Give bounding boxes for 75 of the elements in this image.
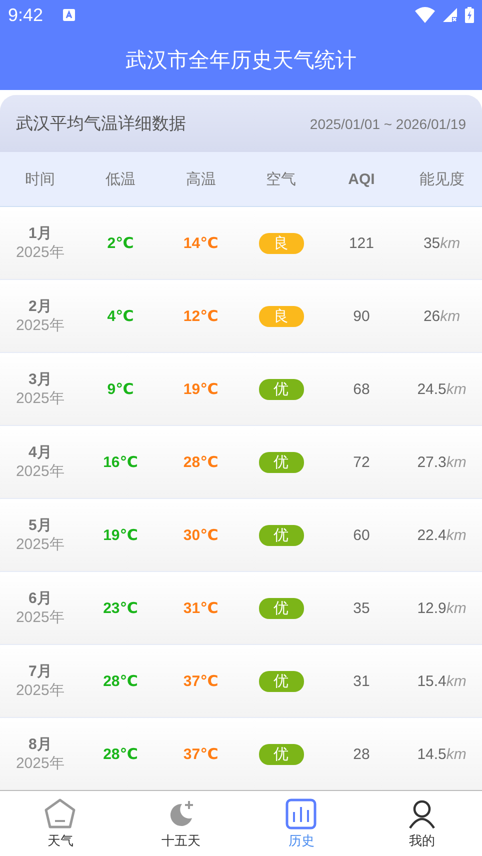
column-header: 时间 (25, 170, 56, 188)
bar-chart-icon (285, 798, 318, 830)
battery-icon (465, 7, 474, 23)
year-label: 2025年 (16, 754, 64, 773)
high-temp: 31℃ (183, 599, 218, 617)
nav-tab[interactable]: 十五天 (120, 791, 241, 856)
aqi-value: 60 (353, 526, 370, 544)
year-label: 2025年 (16, 681, 64, 700)
visibility-value: 22.4km (417, 526, 466, 544)
air-quality-badge: 优 (258, 670, 304, 692)
year-label: 2025年 (16, 462, 64, 481)
aqi-value: 35 (353, 600, 370, 616)
aqi-value: 68 (353, 380, 370, 398)
year-label: 2025年 (16, 535, 64, 554)
year-label: 2025年 (16, 316, 64, 335)
visibility-value: 27.3km (417, 454, 466, 470)
month-label: 1月 (28, 224, 52, 243)
visibility-value: 35km (423, 234, 460, 252)
visibility-value: 12.9km (417, 600, 466, 616)
visibility-value: 26km (423, 308, 460, 324)
low-temp: 19℃ (103, 526, 138, 544)
month-label: 5月 (28, 516, 52, 535)
wifi-icon (415, 7, 435, 23)
high-temp: 12℃ (183, 307, 218, 325)
notification-icon (63, 9, 76, 21)
high-temp: 37℃ (183, 745, 218, 763)
high-temp: 30℃ (183, 526, 218, 544)
air-quality-badge: 良 (258, 232, 304, 254)
low-temp: 23℃ (103, 599, 138, 617)
card-title: 武汉平均气温详细数据 (16, 113, 186, 135)
month-label: 6月 (28, 589, 52, 608)
nav-tab[interactable]: 天气 (0, 791, 120, 856)
column-header: AQI (348, 170, 375, 188)
status-time: 9:42 (8, 4, 44, 26)
column-header: 空气 (266, 170, 296, 188)
column-header: 低温 (105, 170, 136, 188)
column-header: 高温 (186, 170, 216, 188)
air-quality-badge: 优 (258, 598, 304, 618)
air-quality-badge: 良 (258, 306, 304, 326)
month-label: 3月 (28, 370, 52, 389)
date-range: 2025/01/01 ~ 2026/01/19 (310, 116, 466, 132)
air-quality-badge: 优 (258, 378, 304, 400)
low-temp: 4℃ (107, 307, 134, 325)
nav-tab[interactable]: 我的 (362, 791, 482, 856)
page-title: 武汉市全年历史天气统计 (124, 48, 358, 74)
low-temp: 2℃ (107, 234, 134, 252)
aqi-value: 121 (348, 234, 374, 252)
high-temp: 19℃ (183, 380, 218, 398)
month-label: 2月 (28, 297, 52, 316)
high-temp: 14℃ (183, 234, 218, 252)
air-quality-badge: 优 (258, 452, 304, 472)
year-label: 2025年 (16, 608, 64, 627)
pentagon-icon (44, 798, 76, 830)
aqi-value: 28 (353, 746, 370, 762)
month-label: 8月 (28, 735, 52, 754)
year-label: 2025年 (16, 389, 64, 408)
aqi-value: 72 (353, 454, 370, 470)
column-header: 能见度 (419, 170, 464, 188)
low-temp: 9℃ (107, 380, 134, 398)
low-temp: 16℃ (103, 453, 138, 471)
year-label: 2025年 (16, 243, 64, 262)
month-label: 7月 (28, 662, 52, 681)
air-quality-badge: 优 (258, 524, 304, 546)
signal-icon (443, 8, 457, 22)
high-temp: 28℃ (183, 453, 218, 471)
visibility-value: 24.5km (417, 380, 466, 398)
month-label: 4月 (28, 443, 52, 462)
visibility-value: 15.4km (417, 672, 466, 690)
low-temp: 28℃ (103, 745, 138, 763)
aqi-value: 90 (353, 308, 370, 324)
high-temp: 37℃ (183, 672, 218, 690)
aqi-value: 31 (353, 672, 370, 690)
low-temp: 28℃ (103, 672, 138, 690)
visibility-value: 14.5km (417, 746, 466, 762)
air-quality-badge: 优 (258, 744, 304, 764)
